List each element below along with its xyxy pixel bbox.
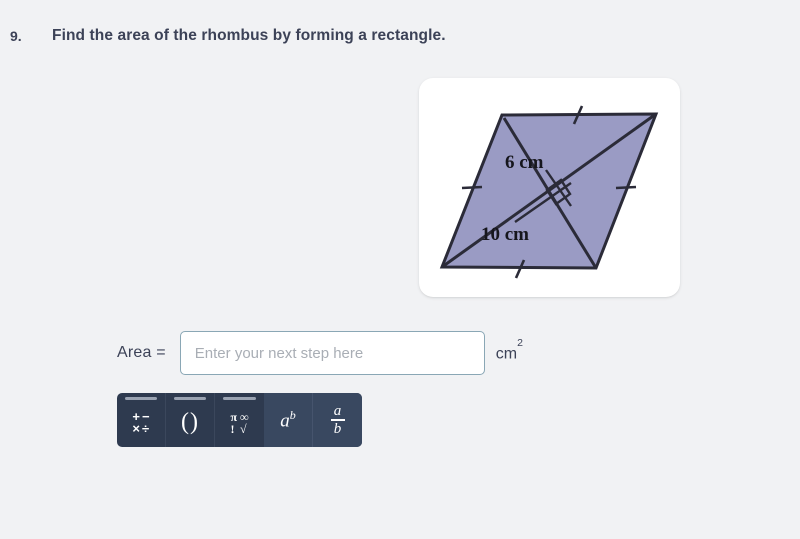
sqrt-icon: √ — [240, 421, 247, 436]
parentheses-icon: () — [181, 409, 199, 436]
figure-card: 6 cm 10 cm — [419, 78, 680, 297]
math-toolbar: + − × ÷ () π ∞ ! √ ab a b — [117, 393, 362, 447]
question-text: Find the area of the rhombus by forming … — [52, 27, 446, 44]
fraction-denominator: b — [333, 421, 342, 438]
question-header: 9. Find the area of the rhombus by formi… — [0, 26, 800, 46]
divide-icon: ÷ — [142, 420, 150, 436]
unit-exponent: 2 — [517, 336, 523, 349]
exponent-icon: ab — [280, 408, 296, 432]
step-input[interactable] — [179, 331, 485, 375]
infinity-icon: ∞ — [240, 409, 249, 424]
exponent-power: b — [289, 407, 296, 422]
fraction-button[interactable]: a b — [313, 393, 362, 447]
fraction-icon: a b — [330, 402, 345, 438]
tick-mark-right — [615, 185, 637, 190]
unit-base: cm — [495, 345, 518, 363]
base-label: 10 cm — [481, 224, 529, 245]
exponent-button[interactable]: ab — [264, 393, 313, 447]
operators-button[interactable]: + − × ÷ — [117, 393, 166, 447]
worksheet-page: 9. Find the area of the rhombus by formi… — [0, 0, 800, 539]
factorial-icon: ! — [230, 421, 235, 436]
math-toolbar-group-advanced: ab a b — [264, 393, 362, 447]
paren-open-icon: ( — [181, 408, 190, 435]
area-label: Area = — [117, 344, 166, 361]
functions-icon: π ∞ ! √ — [230, 411, 248, 435]
functions-tab-indicator — [223, 397, 256, 400]
paren-close-icon: ) — [190, 408, 199, 435]
rhombus-diagram: 6 cm 10 cm — [439, 105, 659, 279]
tick-mark-left — [461, 185, 483, 190]
functions-button[interactable]: π ∞ ! √ — [215, 393, 264, 447]
pi-icon: π — [230, 409, 238, 424]
math-toolbar-group-basic: + − × ÷ () π ∞ ! √ — [117, 393, 264, 447]
unit-label: cm2 — [495, 337, 523, 363]
height-label: 6 cm — [505, 152, 544, 173]
exponent-base: a — [280, 410, 290, 432]
parentheses-tab-indicator — [174, 397, 206, 400]
fraction-numerator: a — [333, 402, 342, 419]
operators-tab-indicator — [125, 397, 157, 400]
answer-row: Area = cm2 — [117, 331, 523, 375]
question-number: 9. — [10, 28, 22, 44]
parentheses-button[interactable]: () — [166, 393, 215, 447]
operators-icon: + − × ÷ — [132, 410, 150, 436]
times-icon: × — [132, 420, 140, 436]
